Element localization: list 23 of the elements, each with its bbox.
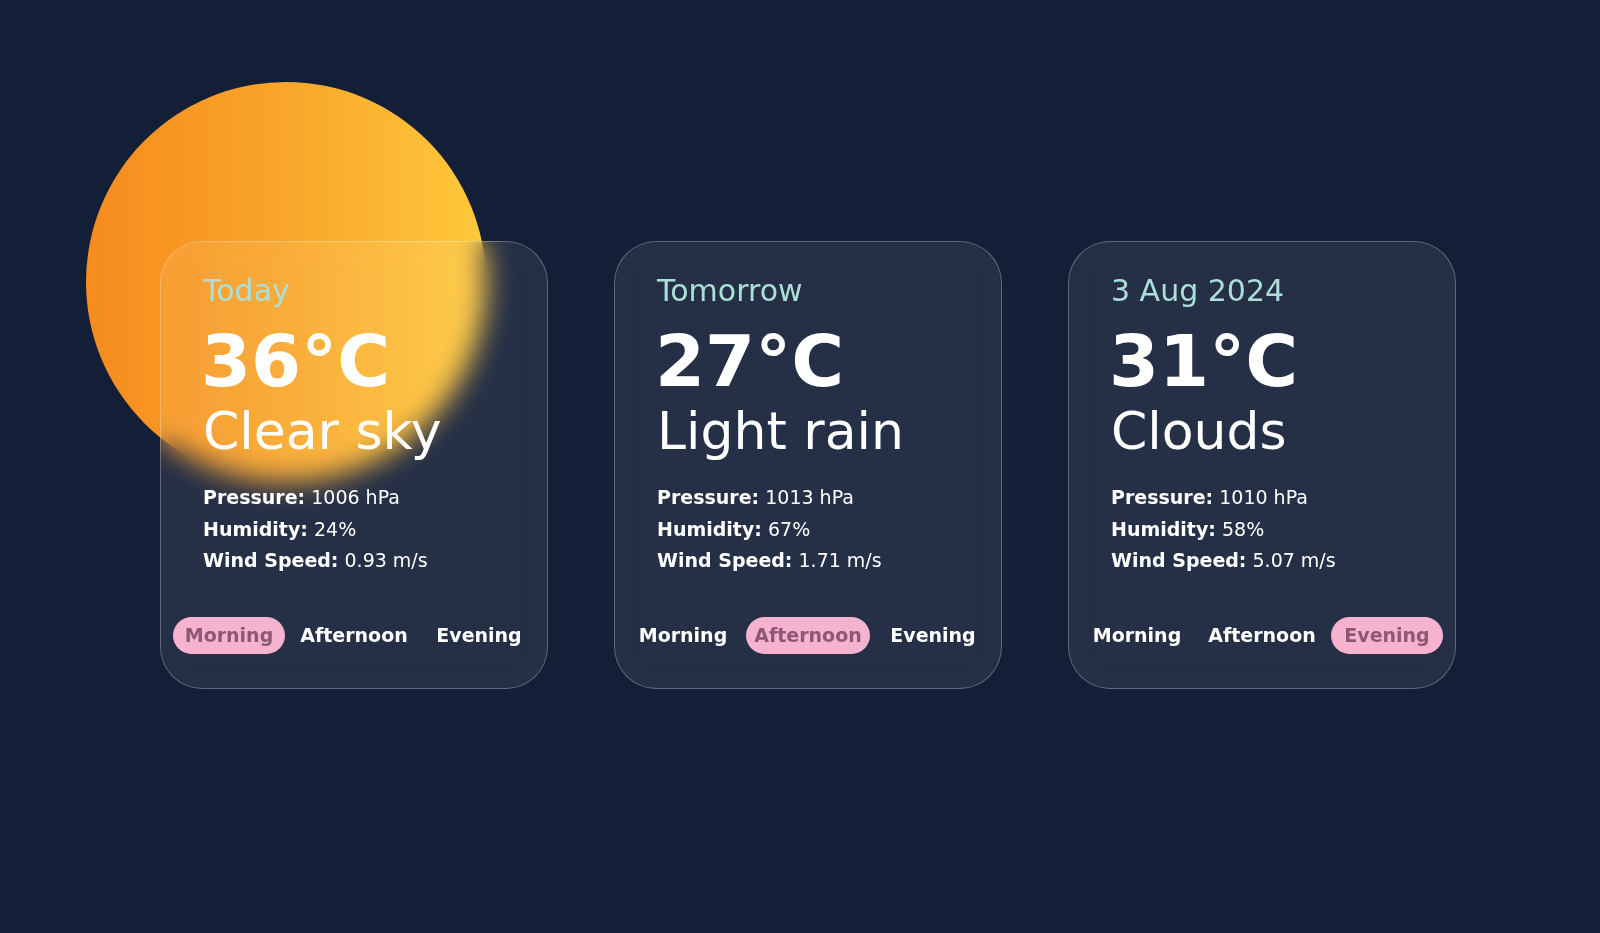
period-tab[interactable]: Evening	[877, 617, 989, 654]
temperature: 27°C	[655, 325, 845, 397]
stat-line: Humidity: 67%	[657, 516, 811, 542]
stat-line: Wind Speed: 5.07 m/s	[1111, 548, 1336, 574]
condition: Clouds	[1111, 403, 1287, 460]
period-tab[interactable]: Afternoon	[292, 617, 416, 654]
temperature: 36°C	[201, 325, 391, 397]
period-tab[interactable]: Evening	[423, 617, 535, 654]
day-label: Today	[203, 273, 290, 309]
stat-line: Wind Speed: 1.71 m/s	[657, 548, 882, 574]
stat-line: Humidity: 24%	[203, 516, 357, 542]
stat-line: Humidity: 58%	[1111, 516, 1265, 542]
day-label: Tomorrow	[657, 273, 803, 309]
stat-line: Pressure: 1006 hPa	[203, 485, 400, 510]
period-tab[interactable]: Morning	[627, 617, 739, 654]
stat-line: Wind Speed: 0.93 m/s	[203, 548, 428, 574]
stat-line: Pressure: 1013 hPa	[657, 485, 854, 510]
condition: Light rain	[657, 403, 904, 460]
period-tab[interactable]: Afternoon	[1200, 617, 1324, 654]
day-label: 3 Aug 2024	[1111, 273, 1285, 309]
period-tab[interactable]: Morning	[1081, 617, 1193, 654]
stat-line: Pressure: 1010 hPa	[1111, 485, 1308, 510]
temperature: 31°C	[1109, 325, 1299, 397]
